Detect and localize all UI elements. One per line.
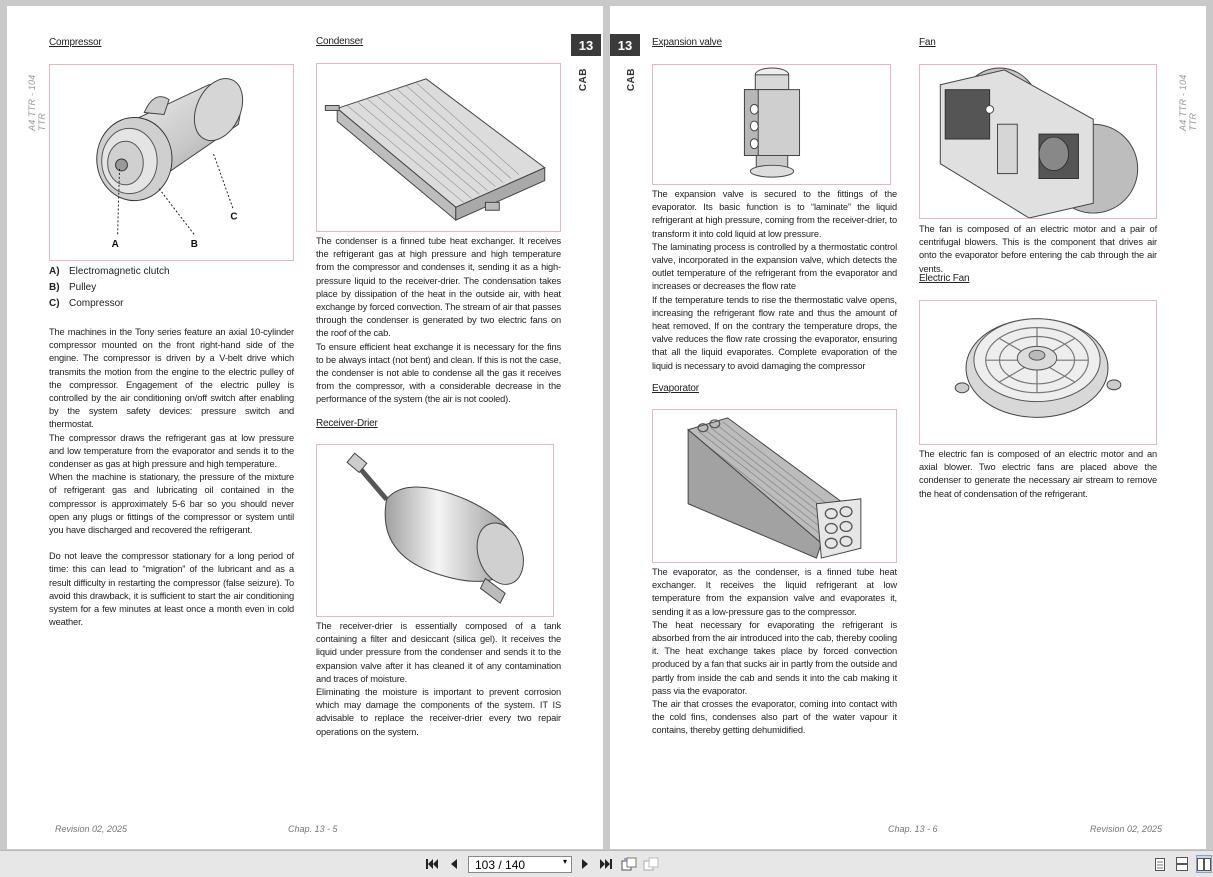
chapter-label: CAB [626,68,637,92]
fan-heading: Fan [919,37,936,48]
single-page-icon[interactable] [1153,855,1167,873]
paragraph: The machines in the Tony series feature … [49,327,294,430]
chapter-number: 13 [610,34,640,56]
evaporator-text: The evaporator, as the condenser, is a f… [652,566,897,738]
legend-row: C) Compressor [49,295,294,311]
side-label: A4 TTR - 104 TTR [1178,74,1198,131]
legend-text: Electromagnetic clutch [69,265,170,277]
condenser-heading: Condenser [316,36,364,47]
paragraph: The heat necessary for evaporating the r… [652,619,897,696]
skip-first-icon[interactable] [424,855,440,873]
electric-fan-figure [919,300,1157,445]
electric-fan-heading: Electric Fan [919,273,970,284]
paragraph: If the temperature tends to rise the the… [652,294,897,371]
legend-key: A) [49,265,60,277]
legend-row: B) Pulley [49,279,294,295]
paragraph: The air that crosses the evaporator, com… [652,699,897,736]
footer-revision: Revision 02, 2025 [1090,824,1163,834]
receiver-drier-figure [316,444,554,617]
document-viewer[interactable]: A4 TTR - 104 TTR Compressor A B C A) Ele… [0,0,1213,850]
page-left: A4 TTR - 104 TTR Compressor A B C A) Ele… [7,6,603,849]
fan-illustration [939,67,1139,218]
continuous-page-icon[interactable] [1175,855,1189,873]
side-label: A4 TTR - 104 TTR [27,74,47,131]
condenser-illustration [324,78,546,222]
footer-chapter: Chap. 13 - 5 [288,824,338,834]
paragraph: The condenser is a finned tube heat exch… [316,236,561,339]
electric-fan-text: The electric fan is composed of an elect… [919,448,1157,501]
rotate-page-alt-icon[interactable] [643,855,659,873]
chapter-label: CAB [578,68,589,92]
paragraph: When the machine is stationary, the pres… [49,472,294,536]
expansion-valve-illustration [743,67,801,178]
condenser-figure [316,63,561,232]
two-page-icon[interactable] [1196,855,1212,873]
legend-key: C) [49,297,60,309]
electric-fan-illustration [954,318,1122,418]
receiver-drier-text: The receiver-drier is essentially compos… [316,620,561,739]
evaporator-illustration [687,417,862,559]
chevron-down-icon[interactable]: ▾ [563,857,567,866]
viewer-toolbar: 103 / 140 ▾ [0,850,1213,877]
prev-page-icon[interactable] [447,855,461,873]
rotate-page-icon[interactable] [621,855,637,873]
compressor-figure: A B C [49,64,294,261]
page-number-input[interactable]: 103 / 140 ▾ [468,856,572,873]
callout-c: C [230,211,237,222]
compressor-heading: Compressor [49,37,102,48]
evaporator-heading: Evaporator [652,383,699,394]
skip-last-icon[interactable] [598,855,614,873]
legend-key: B) [49,281,60,293]
paragraph: The laminating process is controlled by … [652,241,897,292]
paragraph: To ensure efficient heat exchange it is … [316,341,561,405]
condenser-text: The condenser is a finned tube heat exch… [316,235,561,407]
next-page-icon[interactable] [578,855,592,873]
compressor-text: The machines in the Tony series feature … [49,326,294,629]
expansion-valve-text: The expansion valve is secured to the fi… [652,188,897,373]
receiver-drier-illustration [346,452,524,604]
footer-revision: Revision 02, 2025 [55,824,128,834]
paragraph: The evaporator, as the condenser, is a f… [652,567,897,617]
callout-a: A [112,239,119,250]
paragraph: The compressor draws the refrigerant gas… [49,432,294,470]
legend-row: A) Electromagnetic clutch [49,263,294,279]
expansion-valve-figure [652,64,891,185]
fan-text: The fan is composed of an electric motor… [919,223,1157,276]
receiver-drier-heading: Receiver-Drier [316,418,378,429]
chapter-number: 13 [571,34,601,56]
fan-figure [919,64,1157,219]
page-right: 13 CAB Expansion valve The expansion val… [610,6,1206,849]
paragraph: The receiver-drier is essentially compos… [316,621,561,684]
callout-b: B [191,239,198,250]
paragraph: The fan is composed of an electric motor… [919,224,1157,274]
legend-text: Compressor [69,297,124,309]
compressor-legend: A) Electromagnetic clutch B) Pulley C) Comp… [49,263,294,311]
legend-text: Pulley [69,281,97,293]
footer-chapter: Chap. 13 - 6 [888,824,938,834]
paragraph: Eliminating the moisture is important to… [316,687,561,737]
expansion-valve-heading: Expansion valve [652,37,722,48]
evaporator-figure [652,409,897,563]
page-indicator: 103 / 140 [475,857,526,872]
paragraph: The expansion valve is secured to the fi… [652,189,897,239]
paragraph: Do not leave the compressor stationary f… [49,551,294,628]
paragraph: The electric fan is composed of an elect… [919,449,1157,499]
compressor-illustration: A B C [96,78,244,250]
